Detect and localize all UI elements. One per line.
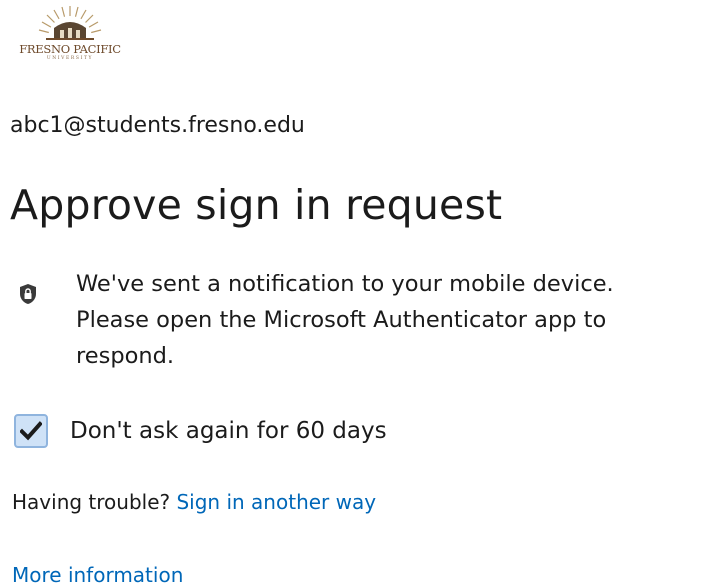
account-email: abc1@students.fresno.edu (10, 113, 305, 138)
remember-label: Don't ask again for 60 days (70, 418, 387, 444)
lock-icon (18, 283, 38, 305)
remember-device-option[interactable]: Don't ask again for 60 days (14, 413, 387, 449)
message-line: We've sent a notification to your mobile… (76, 271, 614, 297)
page-title: Approve sign in request (10, 181, 503, 229)
sunburst-emblem (38, 6, 102, 40)
message-line: respond. (76, 343, 175, 369)
remember-checkbox[interactable] (14, 414, 48, 448)
university-logo: FRESNO PACIFIC UNIVERSITY (10, 4, 130, 66)
notification-message: We've sent a notification to your mobile… (76, 266, 706, 374)
trouble-row: Having trouble? Sign in another way (12, 490, 376, 514)
sign-in-another-way-link[interactable]: Sign in another way (176, 490, 376, 514)
logo-subtitle: UNIVERSITY (46, 56, 94, 61)
checkmark-icon (20, 421, 42, 441)
message-line: Please open the Microsoft Authenticator … (76, 307, 607, 333)
trouble-text: Having trouble? (12, 490, 171, 514)
logo-wordmark: FRESNO PACIFIC (19, 42, 121, 56)
more-information-link[interactable]: More information (12, 563, 183, 587)
